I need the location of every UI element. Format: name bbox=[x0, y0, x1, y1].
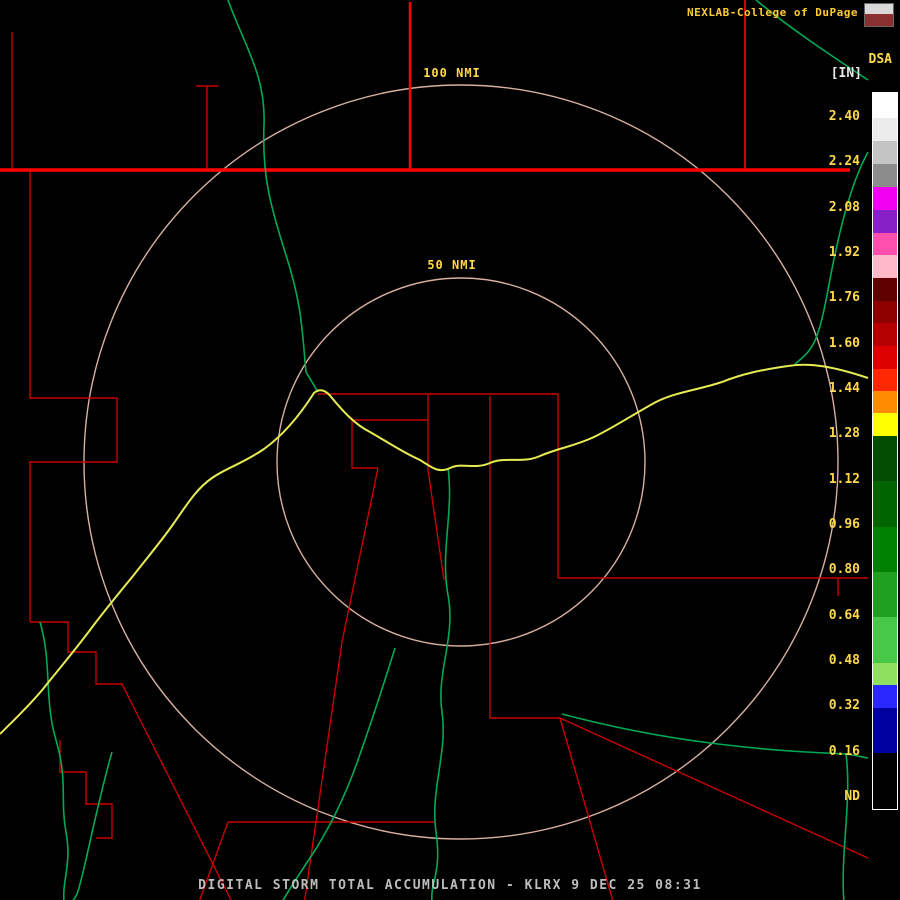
color-scale-bar bbox=[872, 92, 898, 810]
legend-tick: 0.32 bbox=[828, 698, 860, 714]
range-ring-label-100: 100 NMI bbox=[420, 66, 484, 80]
color-band bbox=[873, 391, 897, 413]
legend-tick: 1.12 bbox=[828, 471, 860, 487]
color-band bbox=[873, 141, 897, 164]
color-band bbox=[873, 278, 897, 301]
legend-tick: 1.60 bbox=[828, 335, 860, 351]
color-band bbox=[873, 118, 897, 141]
color-band bbox=[873, 617, 897, 663]
color-band bbox=[873, 210, 897, 233]
color-band bbox=[873, 346, 897, 369]
units-label: [IN] bbox=[830, 66, 862, 81]
legend-tick: 1.76 bbox=[828, 290, 860, 306]
legend-tick: 1.92 bbox=[828, 244, 860, 260]
radar-display: 100 NMI 50 NMI NEXLAB-College of DuPage … bbox=[0, 0, 900, 900]
caption-text: DIGITAL STORM TOTAL ACCUMULATION - KLRX … bbox=[198, 878, 702, 893]
color-band bbox=[873, 527, 897, 572]
color-band bbox=[873, 187, 897, 210]
state-border bbox=[0, 0, 850, 172]
legend-tick: 0.16 bbox=[828, 743, 860, 759]
legend-tick: 2.08 bbox=[828, 199, 860, 215]
color-band bbox=[873, 255, 897, 278]
color-band bbox=[873, 369, 897, 391]
legend-tick: 0.96 bbox=[828, 516, 860, 532]
color-band bbox=[873, 164, 897, 187]
color-band bbox=[873, 233, 897, 255]
brand-text: NEXLAB-College of DuPage bbox=[687, 6, 858, 19]
radar-map bbox=[0, 0, 869, 900]
color-band bbox=[873, 93, 897, 118]
legend-tick: ND bbox=[844, 788, 860, 804]
legend-tick: 1.44 bbox=[828, 380, 860, 396]
legend-tick: 0.48 bbox=[828, 652, 860, 668]
color-band bbox=[873, 301, 897, 323]
legend-tick: 0.80 bbox=[828, 562, 860, 578]
product-code-label: DSA bbox=[868, 52, 892, 67]
color-band bbox=[873, 685, 897, 708]
range-ring-50nmi bbox=[276, 277, 646, 647]
legend-tick: 2.24 bbox=[828, 154, 860, 170]
legend-tick: 1.28 bbox=[828, 426, 860, 442]
highlighted-river bbox=[0, 363, 869, 735]
color-band bbox=[873, 572, 897, 617]
color-band bbox=[873, 481, 897, 527]
color-band bbox=[873, 663, 897, 685]
cod-logo-icon bbox=[864, 3, 894, 27]
legend-tick: 2.40 bbox=[828, 109, 860, 124]
color-band bbox=[873, 708, 897, 753]
color-band bbox=[873, 413, 897, 436]
color-band bbox=[873, 753, 897, 809]
rivers bbox=[39, 0, 869, 900]
range-ring-100nmi bbox=[83, 84, 839, 840]
color-band bbox=[873, 323, 897, 346]
range-ring-label-50: 50 NMI bbox=[424, 258, 480, 272]
color-band bbox=[873, 436, 897, 481]
legend-tick: 0.64 bbox=[828, 607, 860, 623]
